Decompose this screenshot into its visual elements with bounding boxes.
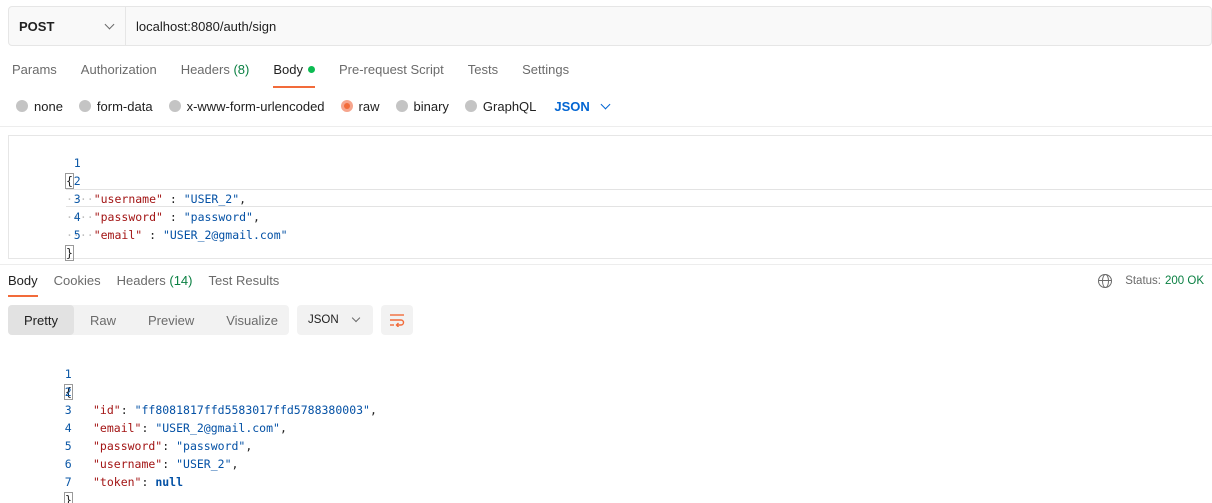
pretty-button[interactable]: Pretty [8, 305, 74, 335]
status-code[interactable]: 200 OK [1165, 275, 1204, 287]
raw-button[interactable]: Raw [74, 305, 132, 335]
response-format-group: Pretty Raw Preview Visualize [8, 305, 289, 335]
url-input[interactable]: localhost:8080/auth/sign [126, 7, 1211, 45]
request-tabs: Params Authorization Headers (8) Body Pr… [12, 62, 593, 88]
radio-urlencoded[interactable]: x-www-form-urlencoded [168, 99, 325, 114]
divider [0, 264, 1212, 265]
method-label: POST [19, 18, 55, 34]
radio-icon [395, 100, 408, 112]
line-number: 7 [64, 475, 72, 489]
response-body-viewer[interactable]: 1 { 2 "id": "ff8081817ffd5583017ffd57883… [0, 347, 1212, 503]
tab-tests[interactable]: Tests [468, 62, 498, 86]
wrap-lines-icon [390, 314, 405, 327]
radio-icon [464, 100, 477, 112]
radio-icon [168, 100, 181, 112]
tab-cookies[interactable]: Cookies [54, 273, 101, 297]
method-select[interactable]: POST [9, 7, 126, 45]
preview-button[interactable]: Preview [132, 305, 210, 335]
headers-count: (8) [233, 62, 250, 77]
tab-test-results[interactable]: Test Results [209, 273, 280, 297]
tab-response-body[interactable]: Body [8, 273, 38, 297]
json-value: null [155, 475, 184, 489]
request-url-bar: POST localhost:8080/auth/sign [8, 6, 1212, 46]
radio-icon [16, 100, 28, 112]
tab-response-headers[interactable]: Headers (14) [117, 273, 193, 297]
radio-form-data[interactable]: form-data [78, 99, 153, 114]
response-headers-count: (14) [169, 273, 193, 288]
status-label: Status: [1125, 275, 1161, 287]
json-key: "email" [93, 228, 143, 242]
json-value: "USER_2@gmail.com" [162, 228, 288, 242]
body-type-options: none form-data x-www-form-urlencoded raw… [16, 98, 611, 114]
json-key: "token" [93, 475, 142, 489]
visualize-button[interactable]: Visualize [210, 305, 294, 335]
radio-selected-icon [340, 100, 353, 112]
radio-graphql[interactable]: GraphQL [464, 99, 536, 114]
radio-binary[interactable]: binary [395, 99, 449, 114]
tab-body[interactable]: Body [273, 62, 315, 88]
close-brace: } [65, 245, 74, 261]
tab-params[interactable]: Params [12, 62, 57, 86]
chevron-down-icon [104, 19, 115, 29]
globe-icon[interactable] [1098, 274, 1113, 288]
response-status: Status: 200 OK [1098, 273, 1204, 289]
tab-prerequest-script[interactable]: Pre-request Script [339, 62, 444, 86]
close-brace: } [64, 492, 73, 503]
tab-headers[interactable]: Headers (8) [181, 62, 250, 86]
chevron-down-icon [600, 99, 611, 109]
divider [0, 126, 1212, 127]
body-indicator-dot-icon [307, 66, 315, 73]
radio-icon [78, 100, 91, 112]
wrap-lines-button[interactable] [381, 305, 413, 335]
tab-settings[interactable]: Settings [522, 62, 569, 86]
chevron-down-icon [351, 313, 361, 323]
radio-raw[interactable]: raw [340, 99, 380, 114]
body-language-select[interactable]: JSON [554, 99, 611, 114]
radio-none[interactable]: none [16, 99, 63, 114]
response-tabs: Body Cookies Headers (14) Test Results [8, 273, 295, 297]
response-language-select[interactable]: JSON [297, 305, 373, 335]
tab-authorization[interactable]: Authorization [81, 62, 157, 86]
line-number: 5 [73, 228, 81, 242]
request-body-editor[interactable]: 1 { 2 ····"username" : "USER_2", 3 ····"… [8, 135, 1212, 261]
